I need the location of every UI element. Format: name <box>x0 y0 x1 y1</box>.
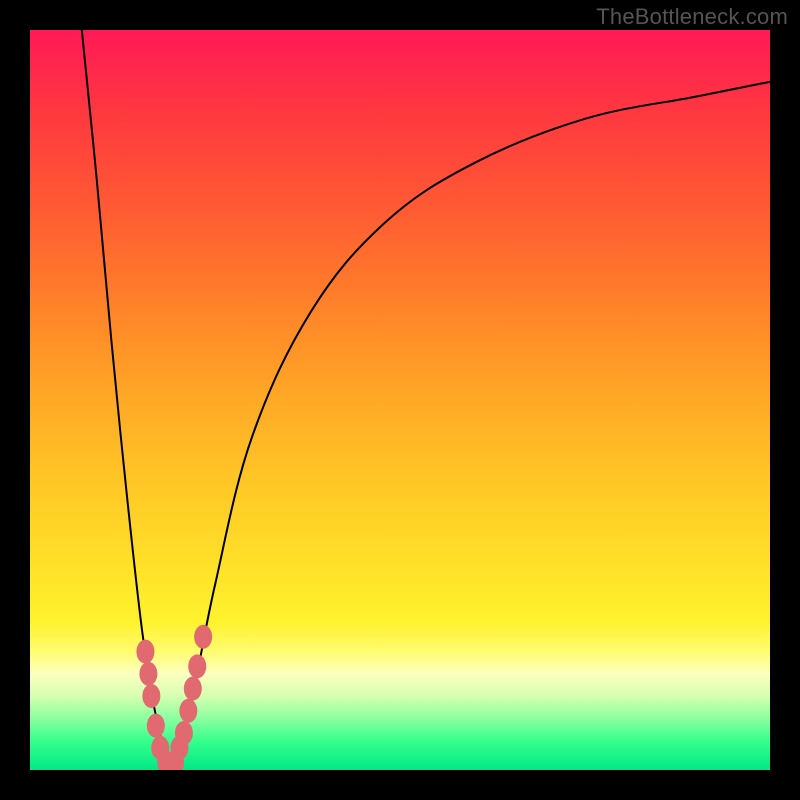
data-marker <box>194 625 212 649</box>
marker-group <box>136 625 212 770</box>
data-marker <box>179 699 197 723</box>
data-marker <box>142 684 160 708</box>
plot-area <box>30 30 770 770</box>
curve-left-branch <box>82 30 171 770</box>
data-marker <box>188 654 206 678</box>
data-marker <box>139 662 157 686</box>
curve-right-branch <box>171 82 770 770</box>
chart-frame: TheBottleneck.com <box>0 0 800 800</box>
data-marker <box>147 714 165 738</box>
data-marker <box>136 640 154 664</box>
chart-svg <box>30 30 770 770</box>
data-marker <box>184 677 202 701</box>
data-marker <box>175 721 193 745</box>
watermark-text: TheBottleneck.com <box>596 4 788 30</box>
